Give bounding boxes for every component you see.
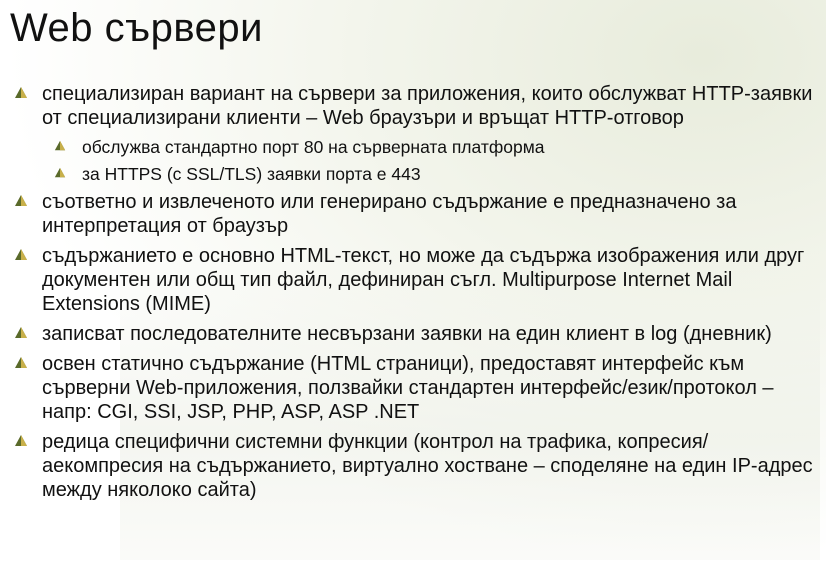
pyramid-bullet-icon (15, 87, 27, 98)
slide-title: Web сървери (10, 6, 264, 50)
bullet-list: специализиран вариант на сървери за прил… (14, 82, 822, 508)
list-item-text: за HTTPS (с SSL/TLS) заявки порта е 443 (82, 164, 421, 184)
pyramid-bullet-icon (15, 249, 27, 260)
list-item-text: обслужва стандартно порт 80 на сървернат… (82, 137, 545, 157)
list-item: за HTTPS (с SSL/TLS) заявки порта е 443 (14, 163, 822, 185)
list-item-text: съответно и извлеченото или генерирано с… (42, 191, 737, 237)
list-item: съдържанието е основно HTML-текст, но мо… (14, 244, 822, 316)
list-item-text: редица специфични системни функции (конт… (42, 431, 813, 501)
list-item: записват последователните несвързани зая… (14, 322, 822, 346)
list-item: обслужва стандартно порт 80 на сървернат… (14, 136, 822, 158)
pyramid-bullet-icon (54, 140, 66, 151)
list-item: специализиран вариант на сървери за прил… (14, 82, 822, 130)
pyramid-bullet-icon (15, 357, 27, 368)
list-item: съответно и извлеченото или генерирано с… (14, 190, 822, 238)
list-item: редица специфични системни функции (конт… (14, 430, 822, 502)
list-item-text: специализиран вариант на сървери за прил… (42, 83, 813, 129)
pyramid-bullet-icon (15, 435, 27, 446)
list-item-text: освен статично съдържание (HTML страници… (42, 353, 774, 423)
list-item: освен статично съдържание (HTML страници… (14, 352, 822, 424)
list-item-text: записват последователните несвързани зая… (42, 323, 772, 345)
list-item-text: съдържанието е основно HTML-текст, но мо… (42, 245, 805, 315)
pyramid-bullet-icon (15, 327, 27, 338)
pyramid-bullet-icon (54, 167, 66, 178)
pyramid-bullet-icon (15, 195, 27, 206)
